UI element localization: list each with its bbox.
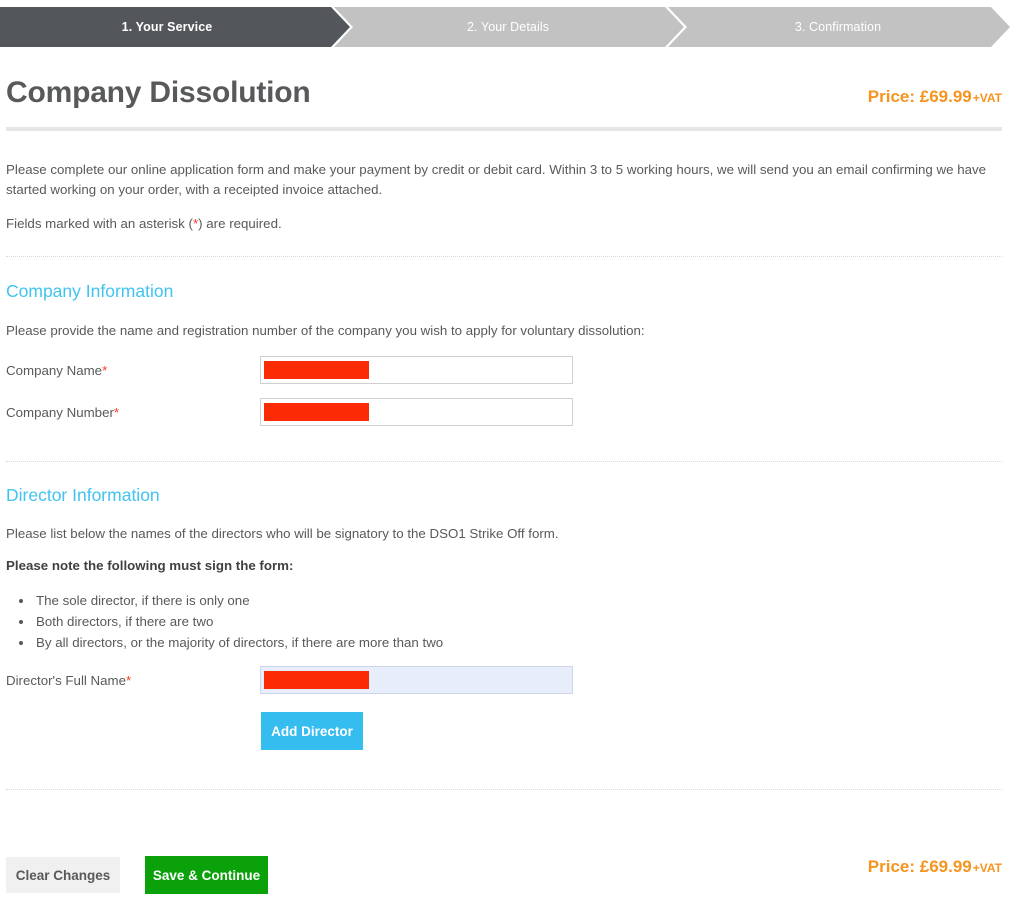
director-full-name-label: Director's Full Name* [6,673,131,688]
redaction-block [264,361,369,379]
required-note-prefix: Fields marked with an asterisk ( [6,216,193,231]
section-divider-1 [6,256,1002,257]
required-fields-note: Fields marked with an asterisk (*) are r… [6,214,1002,234]
company-name-input[interactable] [260,356,573,384]
price-bottom: Price: £69.99+VAT [868,858,1002,876]
add-director-button[interactable]: Add Director [261,712,363,750]
progress-step-confirmation[interactable]: 3. Confirmation [668,7,1010,47]
company-number-input[interactable] [260,398,573,426]
title-row: Company Dissolution Price: £69.99+VAT [6,78,1002,122]
company-number-required-mark: * [113,404,120,420]
progress-step-label: 3. Confirmation [794,20,882,34]
price-top: Price: £69.99+VAT [868,88,1002,106]
company-information-heading: Company Information [6,281,174,301]
company-name-row: Company Name* [6,356,107,384]
price-vat-suffix: +VAT [972,861,1002,875]
director-full-name-label-text: Director's Full Name [6,672,127,688]
director-full-name-input[interactable] [260,666,573,694]
director-sign-note: Please note the following must sign the … [6,558,294,573]
clear-changes-button[interactable]: Clear Changes [6,857,120,893]
company-number-label: Company Number* [6,405,119,420]
intro-copy: Please complete our online application f… [6,160,1002,248]
title-divider [6,127,1002,131]
redaction-block [264,671,369,689]
section-divider-3 [6,789,1002,790]
director-information-heading: Director Information [6,485,160,505]
progress-step-your-details[interactable]: 2. Your Details [334,7,684,47]
list-item: The sole director, if there is only one [34,590,443,611]
company-name-required-mark: * [102,362,108,378]
price-amount: Price: £69.99 [867,857,972,876]
company-information-description: Please provide the name and registration… [6,323,645,338]
list-item: By all directors, or the majority of dir… [34,632,443,653]
save-and-continue-button[interactable]: Save & Continue [145,856,268,894]
director-full-name-required-mark: * [126,672,132,688]
price-vat-suffix: +VAT [972,91,1002,105]
price-amount: Price: £69.99 [867,87,972,106]
application-form-page: 1. Your Service 2. Your Details 3. Confi… [0,0,1024,905]
intro-paragraph: Please complete our online application f… [6,162,987,197]
company-name-label-text: Company Name [6,362,103,378]
list-item: Both directors, if there are two [34,611,443,632]
redaction-block [264,403,369,421]
progress-step-label: 1. Your Service [121,20,213,34]
director-full-name-row: Director's Full Name* [6,666,131,694]
director-rules-list: The sole director, if there is only one … [6,590,443,653]
page-title: Company Dissolution [6,76,311,109]
company-number-row: Company Number* [6,398,119,426]
progress-steps: 1. Your Service 2. Your Details 3. Confi… [0,7,1024,47]
section-divider-2 [6,461,1002,462]
company-name-label: Company Name* [6,363,107,378]
progress-step-your-service[interactable]: 1. Your Service [0,7,350,47]
progress-step-label: 2. Your Details [466,20,550,34]
required-note-suffix: ) are required. [198,216,282,231]
director-information-description: Please list below the names of the direc… [6,526,559,541]
company-number-label-text: Company Number [6,404,114,420]
